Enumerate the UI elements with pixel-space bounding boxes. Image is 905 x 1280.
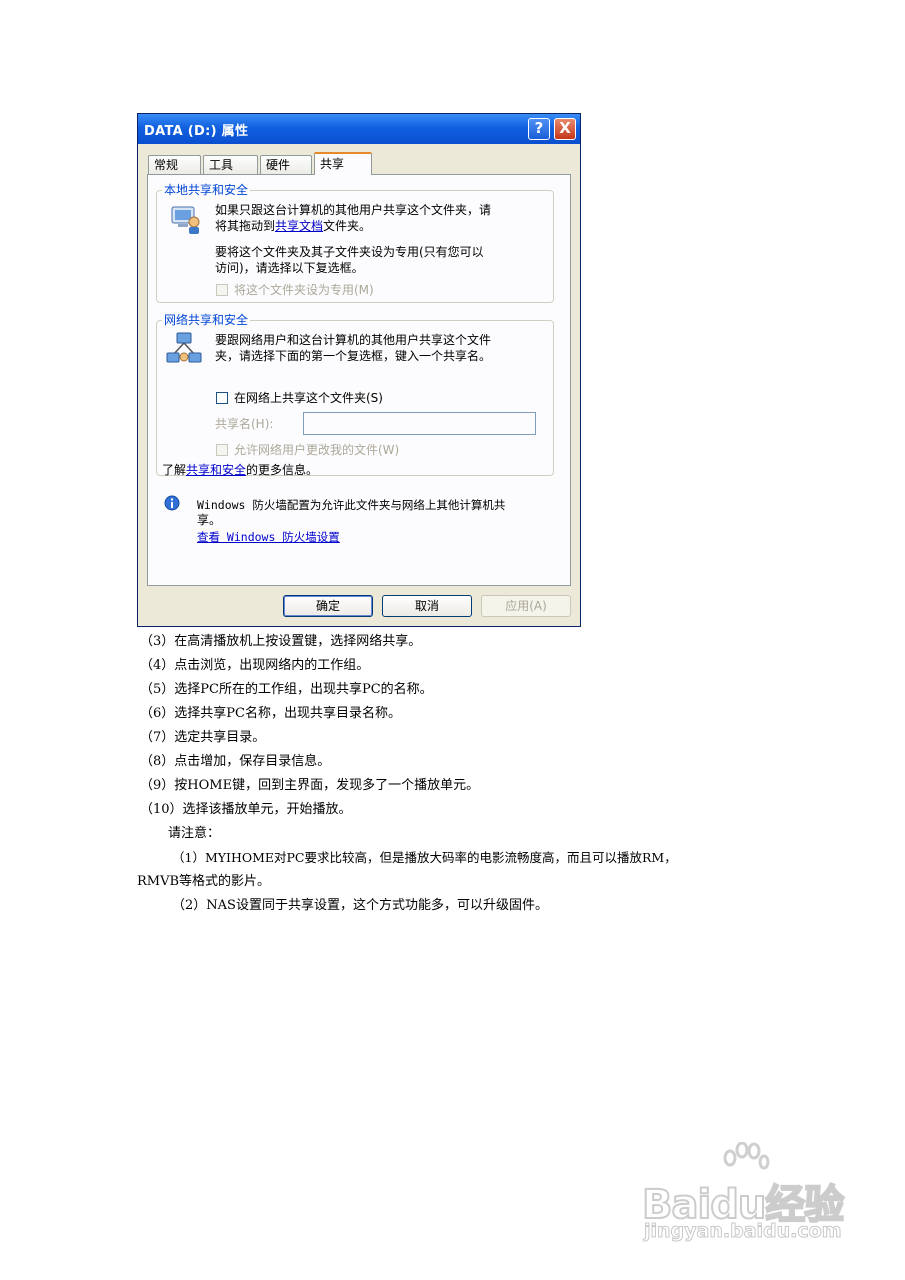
properties-dialog: DATA (D:) 属性 ? X 常规 工具 硬件 共享 本地共享和安全 如果只…	[137, 113, 581, 627]
users-computer-icon	[171, 206, 200, 234]
sharing-security-link[interactable]: 共享和安全	[186, 463, 246, 477]
dialog-titlebar[interactable]: DATA (D:) 属性 ? X	[138, 114, 580, 144]
sharing-panel: 本地共享和安全 如果只跟这台计算机的其他用户共享这个文件夹，请 将其拖动到共享文…	[147, 174, 571, 586]
help-button[interactable]: ?	[528, 118, 550, 140]
step-4: （4）点击浏览，出现网络内的工作组。	[140, 658, 370, 673]
close-icon: X	[559, 119, 571, 137]
firewall-info-line1: Windows 防火墙配置为允许此文件夹与网络上其他计算机共	[197, 498, 506, 512]
note-1-line2: RMVB等格式的影片。	[137, 874, 271, 889]
tab-tools[interactable]: 工具	[203, 155, 258, 174]
learn-more-text: 了解共享和安全的更多信息。	[162, 462, 318, 478]
cancel-button[interactable]: 取消	[382, 595, 472, 617]
local-info-line2-suffix: 文件夹。	[323, 219, 372, 233]
step-8: （8）点击增加，保存目录信息。	[140, 754, 331, 769]
note-heading: 请注意：	[168, 826, 221, 841]
network-info-line2: 夹，请选择下面的第一个复选框，键入一个共享名。	[215, 349, 492, 363]
learn-more-prefix: 了解	[162, 463, 187, 477]
share-on-network-label: 在网络上共享这个文件夹(S)	[234, 391, 383, 405]
network-info-line1: 要跟网络用户和这台计算机的其他用户共享这个文件	[215, 333, 492, 347]
tab-general[interactable]: 常规	[148, 155, 201, 174]
shared-documents-link[interactable]: 共享文档	[275, 219, 323, 233]
share-name-label: 共享名(H):	[215, 417, 274, 431]
note-2: （2）NAS设置同于共享设置，这个方式功能多，可以升级固件。	[172, 898, 548, 913]
apply-button[interactable]: 应用(A)	[481, 595, 571, 617]
step-7: （7）选定共享目录。	[140, 730, 266, 745]
learn-more-suffix: 的更多信息。	[246, 463, 319, 477]
local-sharing-group: 本地共享和安全 如果只跟这台计算机的其他用户共享这个文件夹，请 将其拖动到共享文…	[156, 182, 554, 303]
tab-sharing[interactable]: 共享	[314, 152, 372, 175]
allow-change-label: 允许网络用户更改我的文件(W)	[234, 443, 400, 457]
network-sharing-group: 网络共享和安全 要跟网络用户和这台计算机的其他用户共享这个文件 夹，请选择下面的…	[156, 312, 554, 478]
firewall-info-line2: 享。	[197, 513, 222, 527]
step-3: （3）在高清播放机上按设置键，选择网络共享。	[140, 634, 422, 649]
firewall-settings-link[interactable]: 查看 Windows 防火墙设置	[197, 529, 340, 545]
info-icon	[164, 495, 180, 511]
local-info-line2: 将其拖动到共享文档文件夹。	[215, 218, 371, 234]
dialog-title: DATA (D:) 属性	[144, 124, 249, 139]
share-on-network-checkbox[interactable]	[216, 392, 228, 404]
step-10: （10）选择该播放单元，开始播放。	[140, 802, 352, 817]
make-private-label: 将这个文件夹设为专用(M)	[234, 283, 374, 297]
network-sharing-title: 网络共享和安全	[162, 312, 251, 328]
close-button[interactable]: X	[554, 118, 576, 140]
share-name-input[interactable]	[303, 412, 536, 435]
local-private-line2: 访问)，请选择以下复选框。	[215, 261, 364, 275]
step-9: （9）按HOME键，回到主界面，发现多了一个播放单元。	[140, 778, 480, 793]
step-5: （5）选择PC所在的工作组，出现共享PC的名称。	[140, 682, 433, 697]
local-info-line2-prefix: 将其拖动到	[215, 219, 276, 233]
ok-button[interactable]: 确定	[283, 595, 373, 617]
step-6: （6）选择共享PC名称，出现共享目录名称。	[140, 706, 401, 721]
local-private-line1: 要将这个文件夹及其子文件夹设为专用(只有您可以	[215, 245, 484, 259]
local-info-line1: 如果只跟这台计算机的其他用户共享这个文件夹，请	[215, 203, 492, 217]
baidu-jingyan-watermark: Baidu经验 jingyan.baidu.com	[636, 1142, 856, 1252]
note-1-line1: （1）MYIHOME对PC要求比较高，但是播放大码率的电影流畅度高，而且可以播放…	[172, 850, 677, 865]
tab-hardware[interactable]: 硬件	[260, 155, 312, 174]
baidu-url-text: jingyan.baidu.com	[644, 1220, 842, 1243]
make-private-checkbox[interactable]	[216, 284, 228, 296]
network-share-icon	[166, 332, 202, 363]
local-sharing-title: 本地共享和安全	[162, 182, 251, 198]
allow-change-checkbox[interactable]	[216, 444, 228, 456]
help-icon: ?	[534, 119, 544, 137]
